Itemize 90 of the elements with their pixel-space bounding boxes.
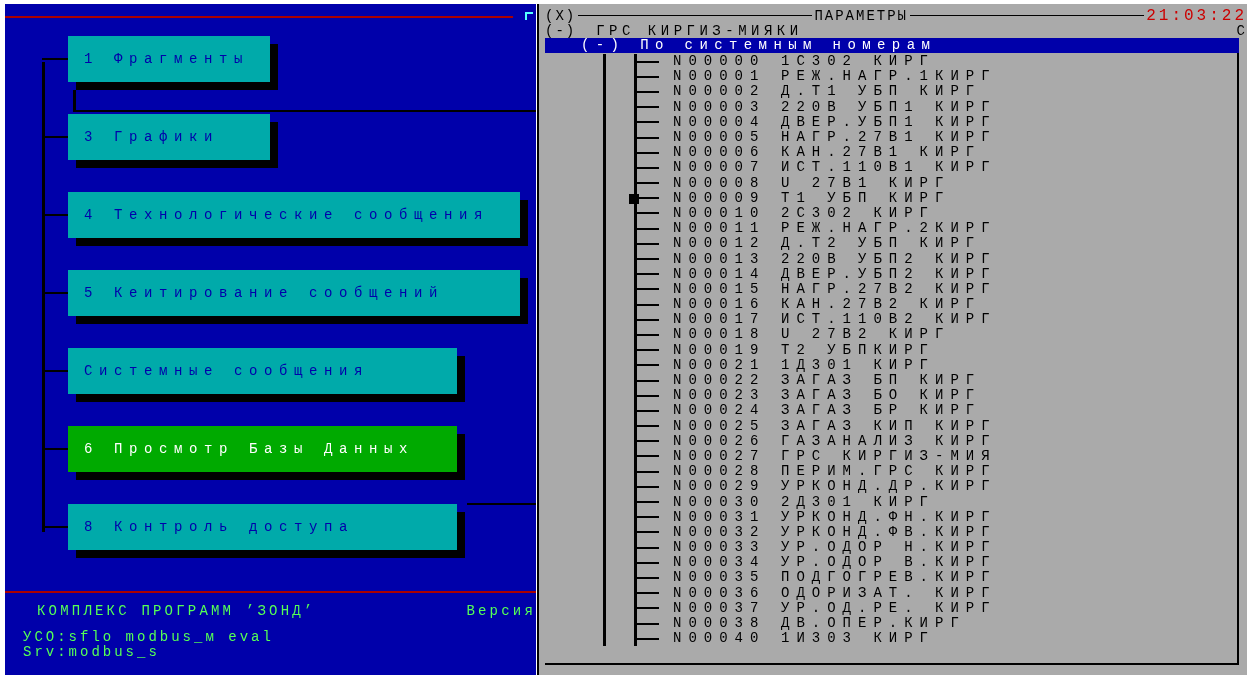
edge-text: С xyxy=(1236,24,1247,38)
parameter-id[interactable]: N00027 xyxy=(673,448,781,464)
parameter-name[interactable]: 2Д301 КИРГ xyxy=(781,494,935,510)
parameter-name[interactable]: ДВЕР.УБП1 КИРГ xyxy=(781,114,997,130)
parameter-name[interactable]: НАГР.27В1 КИРГ xyxy=(781,130,997,146)
parameter-name[interactable]: ЗАГАЗ БО КИРГ xyxy=(781,388,982,404)
parameter-name[interactable]: Д.Т1 УБП КИРГ xyxy=(781,84,982,100)
parameter-id[interactable]: N00037 xyxy=(673,600,781,616)
parameter-name[interactable]: 220В УБП2 КИРГ xyxy=(781,251,997,267)
parameter-id[interactable]: N00018 xyxy=(673,327,781,343)
parameter-name[interactable]: УРКОНД.ДР.КИРГ xyxy=(781,479,997,495)
parameter-name[interactable]: U 27В1 КИРГ xyxy=(781,175,951,191)
parameter-id[interactable]: N00004 xyxy=(673,114,781,130)
parameter-id[interactable]: N00025 xyxy=(673,418,781,434)
parameter-id[interactable]: N00036 xyxy=(673,585,781,601)
group-label: ГРС КИРГИЗ-МИЯКИ xyxy=(596,24,803,38)
parameter-id[interactable]: N00007 xyxy=(673,160,781,176)
parameter-name[interactable]: ЗАГАЗ БП КИРГ xyxy=(781,373,982,389)
status-line: Srv:modbus_s xyxy=(23,645,160,660)
parameter-id[interactable]: N00011 xyxy=(673,221,781,237)
parameter-id[interactable]: N00028 xyxy=(673,464,781,480)
parameter-id[interactable]: N00023 xyxy=(673,388,781,404)
status-line: УСО:sflo modbus_м eval xyxy=(23,630,274,645)
parameter-name[interactable]: Т1 УБП КИРГ xyxy=(781,190,951,206)
parameter-id[interactable]: N00000 xyxy=(673,54,781,70)
parameter-name[interactable]: ЗАГАЗ БР КИРГ xyxy=(781,403,982,419)
parameter-id[interactable]: N00026 xyxy=(673,433,781,449)
parameter-name[interactable]: ГРС КИРГИЗ-МИЯ xyxy=(781,448,997,464)
program-title: КОМПЛЕКС ПРОГРАММ ’ЗОНД’ xyxy=(37,603,316,619)
parameter-id[interactable]: N00038 xyxy=(673,616,781,632)
parameter-name[interactable]: 1С302 КИРГ xyxy=(781,54,935,70)
parameter-name[interactable]: ПЕРИМ.ГРС КИРГ xyxy=(781,464,997,480)
parameter-name[interactable]: КАН.27В2 КИРГ xyxy=(781,297,982,313)
parameter-id[interactable]: N00017 xyxy=(673,312,781,328)
parameter-name[interactable]: ЗАГАЗ КИП КИРГ xyxy=(781,418,997,434)
parameter-name[interactable]: U 27В2 КИРГ xyxy=(781,327,951,343)
collapse-toggle[interactable]: (-) xyxy=(545,24,577,38)
parameter-name[interactable]: 1И303 КИРГ xyxy=(781,631,935,647)
parameter-id[interactable]: N00032 xyxy=(673,524,781,540)
parameter-id[interactable]: N00034 xyxy=(673,555,781,571)
parameter-id[interactable]: N00013 xyxy=(673,251,781,267)
parameter-name[interactable]: ДВЕР.УБП2 КИРГ xyxy=(781,266,997,282)
parameter-name[interactable]: ИСТ.110В2 КИРГ xyxy=(781,312,997,328)
parameter-id[interactable]: N00003 xyxy=(673,99,781,115)
parameter-name[interactable]: 2С302 КИРГ xyxy=(781,205,935,221)
parameter-id[interactable]: N00019 xyxy=(673,342,781,358)
parameter-name[interactable]: Д.Т2 УБП КИРГ xyxy=(781,236,982,252)
parameter-name[interactable]: НАГР.27В2 КИРГ xyxy=(781,281,997,297)
parameter-id[interactable]: N00030 xyxy=(673,494,781,510)
parameter-id[interactable]: N00010 xyxy=(673,205,781,221)
parameter-name[interactable]: УРКОНД.ФВ.КИРГ xyxy=(781,524,997,540)
close-button[interactable]: (X) xyxy=(545,8,577,23)
clock-time: 21:03:22 xyxy=(1146,8,1247,23)
parameter-name[interactable]: КАН.27В1 КИРГ xyxy=(781,145,982,161)
parameter-name[interactable]: Т2 УБПКИРГ xyxy=(781,342,935,358)
parameter-id[interactable]: N00002 xyxy=(673,84,781,100)
parameter-name[interactable]: УРКОНД.ФН.КИРГ xyxy=(781,509,997,525)
parameter-name[interactable]: ПОДГОГРЕВ.КИРГ xyxy=(781,570,997,586)
parameter-id[interactable]: N00012 xyxy=(673,236,781,252)
parameter-id[interactable]: N00035 xyxy=(673,570,781,586)
parameter-id[interactable]: N00001 xyxy=(673,69,781,85)
subgroup-bar[interactable]: (-) По системным номерам xyxy=(545,38,1239,53)
parameter-name[interactable]: УР.ОДОР Н.КИРГ xyxy=(781,540,997,556)
parameter-id[interactable]: N00009 xyxy=(673,190,781,206)
version-label: Версия xyxy=(466,603,536,619)
parameter-name[interactable]: ДВ.ОПЕР.КИРГ xyxy=(781,616,966,632)
parameter-id[interactable]: N00014 xyxy=(673,266,781,282)
parameter-name[interactable]: РЕЖ.НАГР.1КИРГ xyxy=(781,69,997,85)
parameter-id[interactable]: N00016 xyxy=(673,297,781,313)
parameter-name[interactable]: ИСТ.110В1 КИРГ xyxy=(781,160,997,176)
parameter-id[interactable]: N00033 xyxy=(673,540,781,556)
parameter-name[interactable]: 220В УБП1 КИРГ xyxy=(781,99,997,115)
parameter-id[interactable]: N00031 xyxy=(673,509,781,525)
parameter-id[interactable]: N00024 xyxy=(673,403,781,419)
parameter-id[interactable]: N00029 xyxy=(673,479,781,495)
parameter-name[interactable]: ГАЗАНАЛИЗ КИРГ xyxy=(781,433,997,449)
corner-icon xyxy=(525,12,533,20)
parameter-id[interactable]: N00022 xyxy=(673,373,781,389)
parameter-name[interactable]: ОДОРИЗАТ. КИРГ xyxy=(781,585,997,601)
parameter-name[interactable]: УР.ОДОР В.КИРГ xyxy=(781,555,997,571)
parameter-id[interactable]: N00040 xyxy=(673,631,781,647)
parameter-name[interactable]: РЕЖ.НАГР.2КИРГ xyxy=(781,221,997,237)
parameter-name[interactable]: УР.ОД.РЕ. КИРГ xyxy=(781,600,997,616)
parameter-name[interactable]: 1Д301 КИРГ xyxy=(781,357,935,373)
parameter-id[interactable]: N00005 xyxy=(673,130,781,146)
parameter-id[interactable]: N00021 xyxy=(673,357,781,373)
parameter-id[interactable]: N00015 xyxy=(673,281,781,297)
panel-title: ПАРАМЕТРЫ xyxy=(814,8,908,23)
parameter-id[interactable]: N00008 xyxy=(673,175,781,191)
parameter-id[interactable]: N00006 xyxy=(673,145,781,161)
